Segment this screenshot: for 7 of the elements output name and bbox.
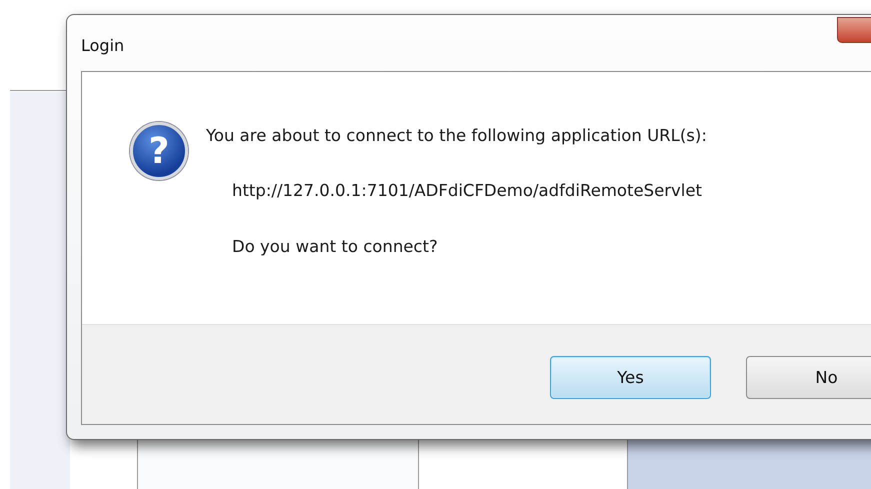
question-text: Do you want to connect?: [232, 237, 439, 256]
yes-button[interactable]: Yes: [550, 356, 711, 399]
window-title: Login: [81, 36, 124, 54]
url-text: http://127.0.0.1:7101/ADFdiCFDemo/adfdiRemoteServlet: [232, 181, 704, 200]
no-button[interactable]: No: [746, 356, 871, 399]
question-icon: ?: [130, 122, 188, 180]
message-text: You are about to connect to the following application URL(s):: [206, 126, 707, 145]
